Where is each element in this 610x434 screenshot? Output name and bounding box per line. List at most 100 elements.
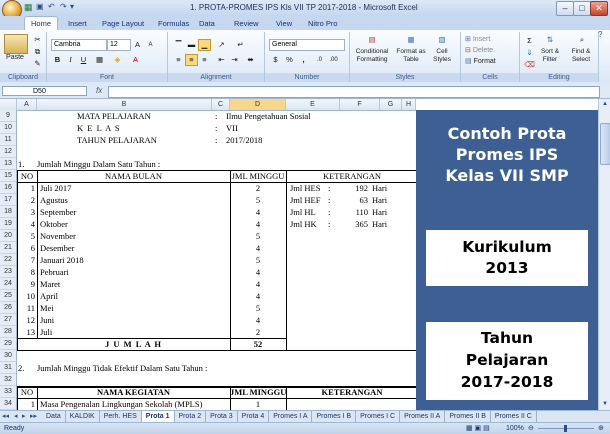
sheet-tab-promes-i-c[interactable]: Promes I C: [356, 411, 401, 422]
align-right-icon[interactable]: ≡: [198, 54, 211, 66]
format-button[interactable]: ▤ Format: [465, 58, 513, 66]
row-header-30[interactable]: 30: [0, 350, 16, 362]
table1-row-no[interactable]: 2: [17, 194, 35, 206]
keterangan-unit[interactable]: Hari: [372, 218, 400, 230]
table1-row-no[interactable]: 6: [17, 242, 35, 254]
vertical-scrollbar[interactable]: ▲ ▼: [598, 99, 610, 410]
undo-icon[interactable]: ↶: [48, 2, 55, 11]
keterangan-unit[interactable]: Hari: [372, 194, 400, 206]
row-header-25[interactable]: 25: [0, 290, 16, 302]
table1-row-bulan[interactable]: November: [40, 230, 230, 242]
view-buttons-icon[interactable]: ▦ ▣ ▤: [466, 423, 490, 434]
zoom-in-icon[interactable]: ⊕: [598, 423, 604, 434]
borders-icon[interactable]: ▦: [93, 54, 106, 66]
align-bottom-icon[interactable]: ▁: [198, 39, 211, 51]
row-header-13[interactable]: 13: [0, 158, 16, 170]
insert-button[interactable]: ⊞ Insert: [465, 36, 513, 44]
total-value[interactable]: 52: [230, 338, 286, 350]
sheet-tab-promes-ii-c[interactable]: Promes II C: [490, 411, 537, 422]
row-header-28[interactable]: 28: [0, 326, 16, 338]
format-as-table-icon[interactable]: ▦: [403, 34, 419, 48]
scroll-up-icon[interactable]: ▲: [600, 99, 610, 109]
table1-row-no[interactable]: 1: [17, 182, 35, 194]
row-header-31[interactable]: 31: [0, 362, 16, 374]
row-header-29[interactable]: 29: [0, 338, 16, 350]
formula-input[interactable]: [108, 86, 600, 98]
tab-first-icon[interactable]: ◂◂: [2, 411, 9, 422]
sort-filter-button[interactable]: Sort & Filter: [536, 48, 564, 64]
mata-pelajaran-sep[interactable]: :: [215, 110, 225, 122]
section-2-title[interactable]: Jumlah Minggu Tidak Efektif Dalam Satu T…: [37, 362, 297, 374]
zoom-slider-thumb[interactable]: [564, 425, 567, 432]
row-header-16[interactable]: 16: [0, 182, 16, 194]
fill-icon[interactable]: ⇓: [523, 47, 536, 59]
keterangan-value[interactable]: 63: [334, 194, 369, 206]
table1-row-jml[interactable]: 4: [230, 290, 286, 302]
tab-review[interactable]: Review: [228, 17, 265, 30]
bold-button[interactable]: B: [51, 54, 64, 66]
minimize-button[interactable]: –: [556, 1, 574, 16]
table1-row-jml[interactable]: 4: [230, 278, 286, 290]
table2-row-no[interactable]: 1: [17, 398, 35, 410]
cell-styles-button[interactable]: Cell Styles: [428, 48, 456, 64]
tab-page-layout[interactable]: Page Layout: [96, 17, 150, 30]
keterangan-value[interactable]: 110: [334, 206, 368, 218]
kelas-label[interactable]: K E L A S: [77, 122, 187, 134]
column-header-g[interactable]: G: [380, 99, 402, 110]
row-header-26[interactable]: 26: [0, 302, 16, 314]
zoom-level[interactable]: 100%: [506, 423, 524, 434]
column-header-b[interactable]: B: [37, 99, 212, 110]
column-header-h[interactable]: H: [402, 99, 416, 110]
row-header-23[interactable]: 23: [0, 266, 16, 278]
table1-row-jml[interactable]: 5: [230, 254, 286, 266]
table2-row-kegiatan[interactable]: Masa Pengenalan Lingkungan Sekolah (MPLS…: [40, 398, 230, 410]
shrink-font-icon[interactable]: A: [144, 39, 157, 51]
font-size-combo[interactable]: 12: [107, 39, 131, 51]
keterangan-label[interactable]: Jml HK: [290, 218, 330, 230]
column-header-a[interactable]: A: [17, 99, 37, 110]
table1-row-bulan[interactable]: Juli 2017: [40, 182, 230, 194]
fx-icon[interactable]: fx: [96, 86, 102, 95]
table1-row-bulan[interactable]: Pebruari: [40, 266, 230, 278]
conditional-formatting-button[interactable]: Conditional Formatting: [350, 48, 394, 64]
table1-row-bulan[interactable]: Januari 2018: [40, 254, 230, 266]
name-box[interactable]: D50: [2, 86, 87, 96]
column-header-e[interactable]: E: [286, 99, 340, 110]
mata-pelajaran-value[interactable]: Ilmu Pengetahuan Sosial: [226, 110, 386, 122]
total-label[interactable]: J U M L A H: [37, 338, 230, 350]
zoom-out-icon[interactable]: ⊖: [528, 423, 534, 434]
merge-center-icon[interactable]: ⬌: [244, 54, 257, 66]
worksheet[interactable]: MATA PELAJARAN: Ilmu Pengetahuan Sosial K …: [17, 110, 416, 410]
column-header-c[interactable]: C: [212, 99, 230, 110]
redo-icon[interactable]: ↷: [60, 2, 67, 11]
sheet-tab-prota-4[interactable]: Prota 4: [237, 411, 270, 422]
table1-row-no[interactable]: 5: [17, 230, 35, 242]
table1-row-jml[interactable]: 5: [230, 230, 286, 242]
table1-row-no[interactable]: 13: [17, 326, 36, 338]
section-2-number[interactable]: 2.: [18, 362, 32, 374]
tahun-pelajaran-label[interactable]: TAHUN PELAJARAN: [77, 134, 187, 146]
row-header-9[interactable]: 9: [0, 110, 16, 122]
table1-row-no[interactable]: 12: [17, 314, 36, 326]
table1-row-no[interactable]: 4: [17, 218, 35, 230]
table1-row-jml[interactable]: 2: [230, 182, 286, 194]
row-header-32[interactable]: 32: [0, 374, 16, 386]
close-button[interactable]: ✕: [590, 1, 608, 16]
sheet-tab-prota-2[interactable]: Prota 2: [174, 411, 207, 422]
clear-icon[interactable]: ⌫: [523, 59, 536, 71]
keterangan-unit[interactable]: Hari: [372, 206, 400, 218]
grow-font-icon[interactable]: A: [131, 39, 144, 51]
find-select-button[interactable]: Find & Select: [566, 48, 596, 64]
table2-row-jml[interactable]: 1: [230, 398, 286, 410]
delete-button[interactable]: ⊟ Delete: [465, 47, 513, 55]
table1-row-jml[interactable]: 4: [230, 206, 286, 218]
underline-button[interactable]: U: [77, 54, 90, 66]
wrap-text-icon[interactable]: ↵: [234, 39, 247, 51]
table1-row-bulan[interactable]: Agustus: [40, 194, 230, 206]
tab-last-icon[interactable]: ▸▸: [30, 411, 37, 422]
sheet-tab-promes-ii-a[interactable]: Promes II A: [400, 411, 446, 422]
fill-color-icon[interactable]: ◈: [111, 54, 124, 66]
tahun-pelajaran-sep[interactable]: :: [215, 134, 225, 146]
table1-row-bulan[interactable]: Oktober: [40, 218, 230, 230]
column-header-f[interactable]: F: [340, 99, 380, 110]
